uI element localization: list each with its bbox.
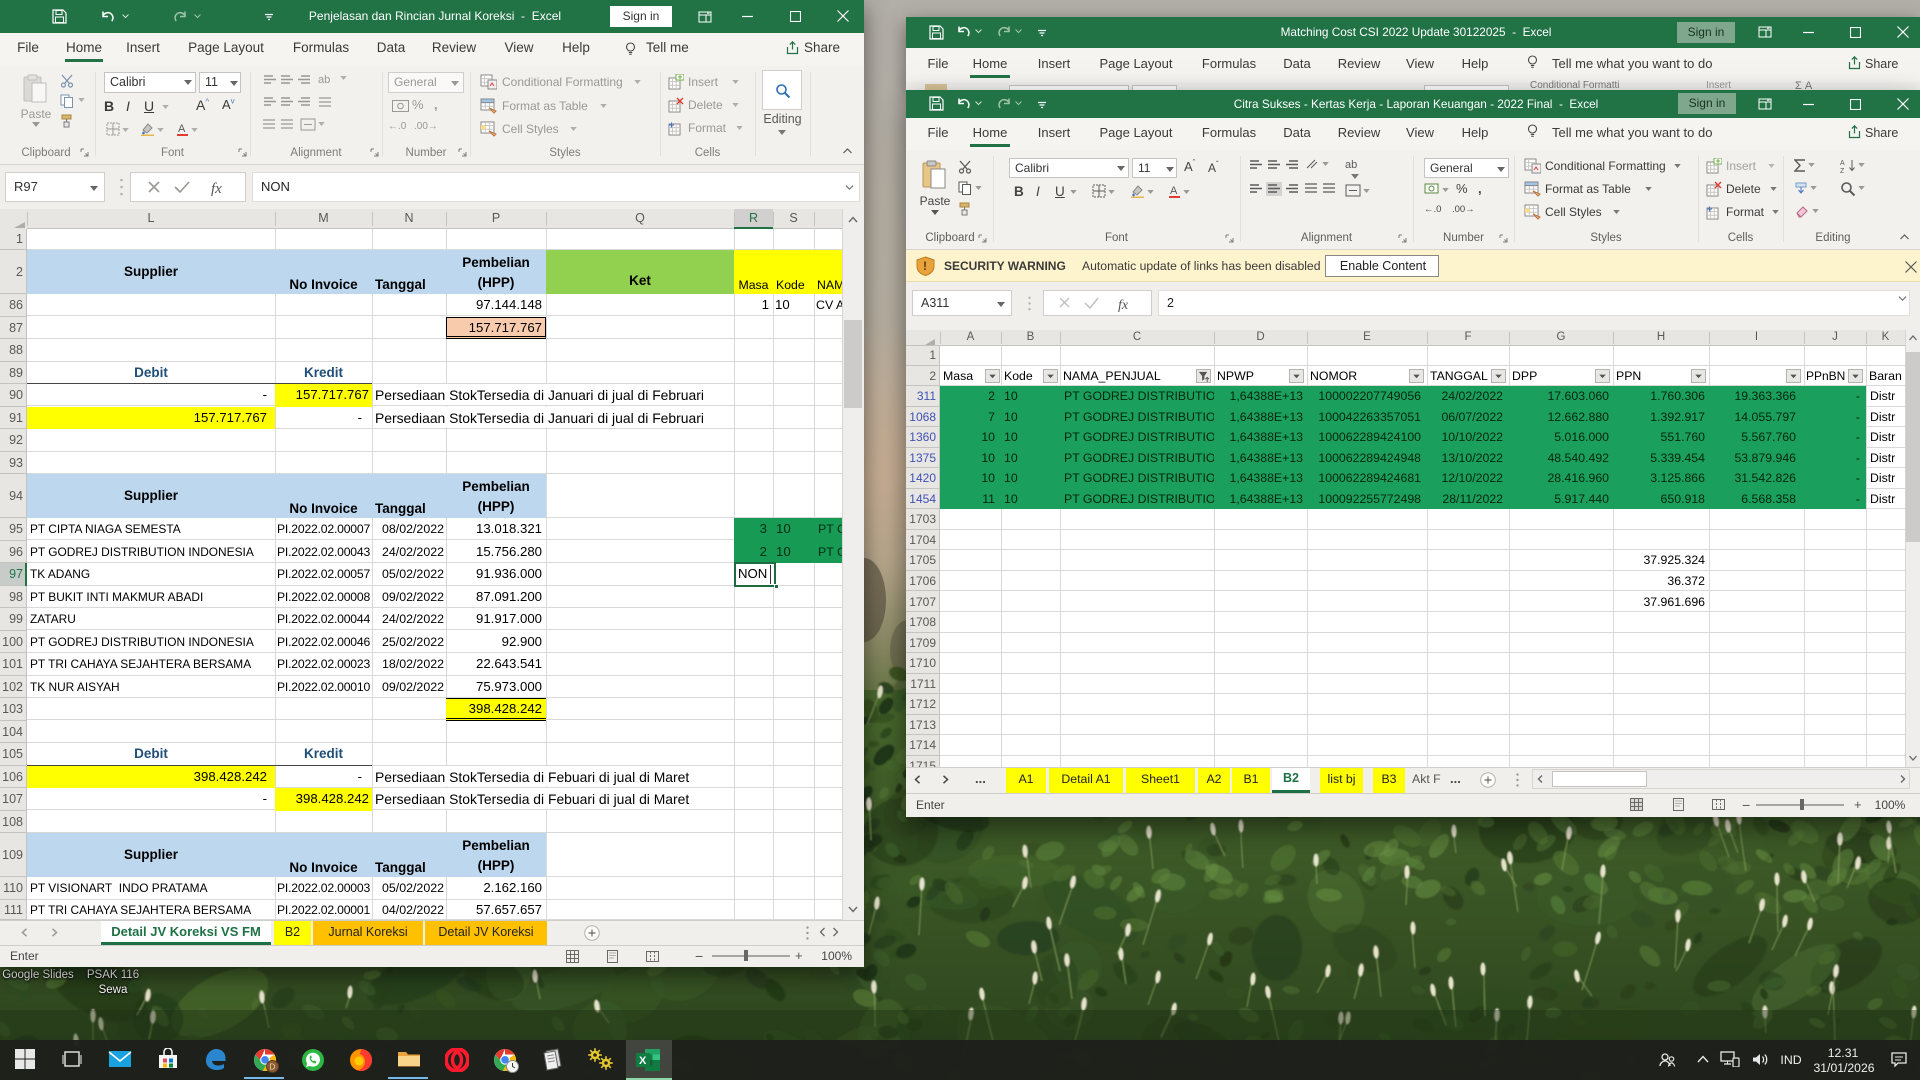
svg-text:A: A <box>1840 160 1845 167</box>
svg-text:A: A <box>178 123 186 135</box>
svg-text:D: D <box>270 1063 276 1072</box>
svg-text:X: X <box>639 1055 647 1067</box>
svg-text:fx: fx <box>211 181 222 197</box>
svg-text:Z: Z <box>1840 168 1845 173</box>
svg-text:fx: fx <box>1118 298 1129 313</box>
svg-text:!: ! <box>923 259 927 273</box>
svg-text:A: A <box>1170 185 1178 197</box>
